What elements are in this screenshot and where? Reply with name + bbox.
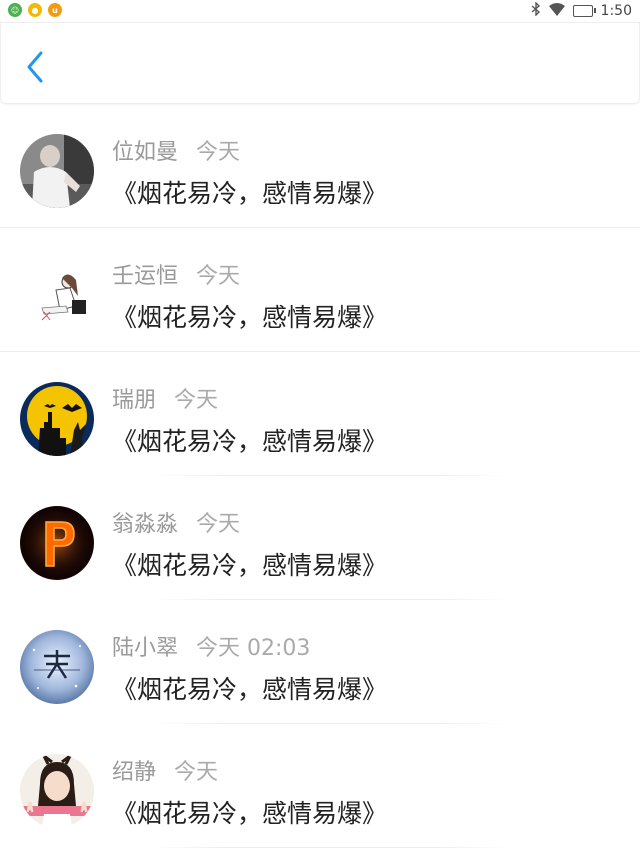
- halloween-moon-avatar[interactable]: [20, 382, 94, 456]
- item-meta: 瑞朋 今天: [112, 382, 218, 414]
- list-item[interactable]: 瑞朋 今天 《烟花易冷，感情易爆》: [0, 352, 640, 476]
- message-time: 今天: [196, 140, 241, 165]
- message-text: 《烟花易冷，感情易爆》: [112, 551, 388, 580]
- sketch-girl-avatar[interactable]: [20, 258, 94, 332]
- yellow-app-icon: ●: [28, 3, 42, 17]
- message-time: 今天: [196, 512, 241, 537]
- message-time: 今天: [196, 264, 241, 289]
- green-app-icon: ☺: [8, 3, 22, 17]
- list-item[interactable]: 绍静 今天 《烟花易冷，感情易爆》: [0, 724, 640, 848]
- man-photo-avatar[interactable]: [20, 134, 94, 208]
- back-button[interactable]: [19, 47, 51, 87]
- top-app-bar: [0, 22, 640, 104]
- item-meta: 位如曼 今天: [112, 134, 240, 166]
- sender-name: 壬运恒: [112, 264, 179, 289]
- status-bar: ☺ ● u 1:50: [0, 0, 640, 22]
- orange-u-app-icon: u: [48, 3, 62, 17]
- list-item[interactable]: 陆小翠 今天 02:03 《烟花易冷，感情易爆》: [0, 600, 640, 724]
- status-system-icons: 1:50: [531, 1, 632, 20]
- wifi-icon: [548, 2, 565, 20]
- girl-photo-avatar[interactable]: [20, 754, 94, 828]
- battery-icon: [572, 5, 596, 17]
- item-meta: 翁淼淼 今天: [112, 506, 240, 538]
- message-text: 《烟花易冷，感情易爆》: [112, 303, 388, 332]
- list-item[interactable]: 位如曼 今天 《烟花易冷，感情易爆》: [0, 104, 640, 228]
- chevron-left-icon: [27, 51, 43, 83]
- clock-time: 1:50: [600, 3, 632, 19]
- bluetooth-icon: [531, 1, 541, 20]
- sender-name: 绍静: [112, 760, 157, 785]
- message-text: 《烟花易冷，感情易爆》: [112, 179, 388, 208]
- message-list: 位如曼 今天 《烟花易冷，感情易爆》 壬运恒 今天 《烟花易冷，感情易爆》 瑞朋…: [0, 104, 640, 848]
- sender-name: 瑞朋: [112, 388, 157, 413]
- message-time: 今天: [174, 388, 219, 413]
- sender-name: 翁淼淼: [112, 512, 179, 537]
- sky-text-avatar[interactable]: [20, 630, 94, 704]
- sender-name: 位如曼: [112, 140, 179, 165]
- item-meta: 壬运恒 今天: [112, 258, 240, 290]
- status-notification-icons: ☺ ● u: [8, 3, 62, 17]
- item-meta: 陆小翠 今天 02:03: [112, 630, 310, 662]
- message-text: 《烟花易冷，感情易爆》: [112, 799, 388, 828]
- fire-letter-p-avatar[interactable]: [20, 506, 94, 580]
- message-text: 《烟花易冷，感情易爆》: [112, 675, 388, 704]
- message-text: 《烟花易冷，感情易爆》: [112, 427, 388, 456]
- sender-name: 陆小翠: [112, 636, 179, 661]
- list-item[interactable]: 翁淼淼 今天 《烟花易冷，感情易爆》: [0, 476, 640, 600]
- message-time: 今天 02:03: [196, 636, 311, 661]
- list-item[interactable]: 壬运恒 今天 《烟花易冷，感情易爆》: [0, 228, 640, 352]
- message-time: 今天: [174, 760, 219, 785]
- item-meta: 绍静 今天: [112, 754, 218, 786]
